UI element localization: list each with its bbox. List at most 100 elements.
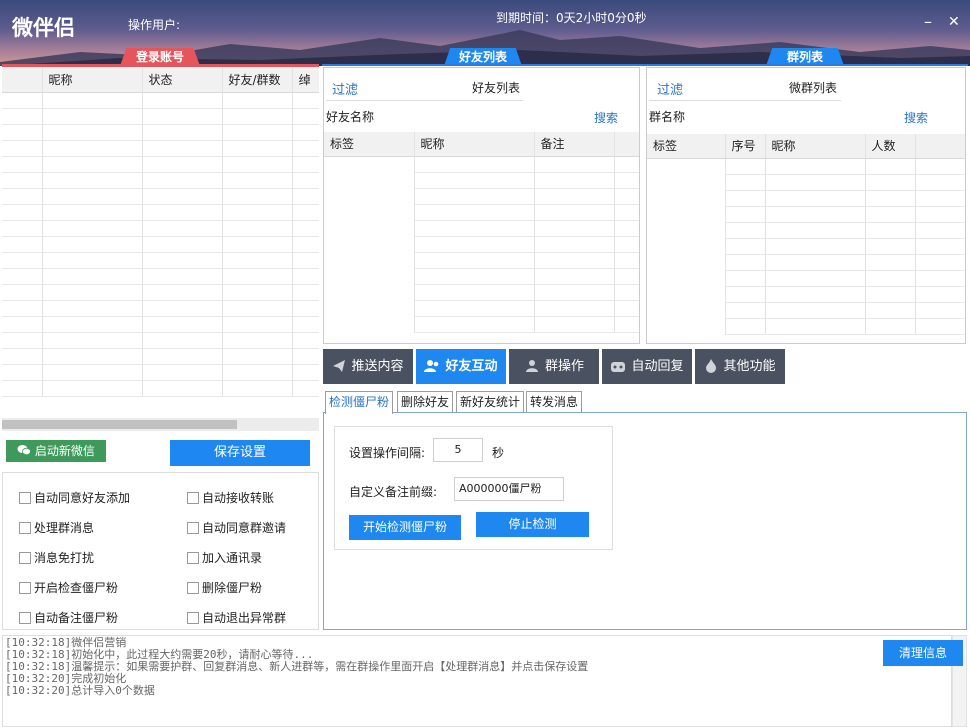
prefix-input[interactable]: A000000僵尸粉	[454, 477, 564, 501]
friend-col-header[interactable]: 昵称	[414, 132, 535, 157]
table-row[interactable]	[2, 108, 319, 125]
friend-col-header[interactable]: 备注	[534, 132, 615, 157]
close-button[interactable]: ✕	[948, 14, 960, 30]
start-wechat-button[interactable]: 启动新微信	[6, 440, 106, 462]
minimize-button[interactable]: –	[924, 12, 932, 31]
option-checkbox[interactable]: 消息免打扰	[19, 549, 94, 566]
option-checkbox[interactable]: 开启检查僵尸粉	[19, 579, 118, 596]
group-col-header[interactable]: 昵称	[765, 134, 866, 159]
table-row[interactable]	[2, 252, 319, 269]
nav-button[interactable]: 自动回复	[602, 349, 692, 384]
interval-input[interactable]: 5	[433, 438, 483, 462]
nav-button[interactable]: 好友互动	[416, 349, 506, 384]
checkbox-box[interactable]	[19, 521, 31, 534]
nav-button[interactable]: 其他功能	[695, 349, 785, 384]
option-checkbox[interactable]: 自动备注僵尸粉	[19, 609, 118, 626]
checkbox-box[interactable]	[19, 551, 31, 564]
nav-button[interactable]: 推送内容	[323, 349, 413, 384]
checkbox-box[interactable]	[187, 551, 199, 564]
subtab[interactable]: 转发消息	[526, 391, 583, 413]
group-col-header[interactable]	[915, 134, 965, 159]
table-row[interactable]	[2, 332, 319, 349]
table-row[interactable]	[324, 268, 639, 285]
table-row[interactable]	[324, 236, 639, 253]
clear-info-button[interactable]: 清理信息	[883, 640, 963, 666]
table-row[interactable]	[2, 188, 319, 205]
start-detect-button[interactable]: 开始检测僵尸粉	[349, 515, 461, 540]
accounts-col-header[interactable]: 绰	[292, 68, 319, 93]
option-checkbox[interactable]: 自动退出异常群	[187, 609, 286, 626]
table-row[interactable]	[324, 204, 639, 221]
option-checkbox[interactable]: 删除僵尸粉	[187, 579, 262, 596]
table-row[interactable]	[2, 348, 319, 365]
friend-col-header[interactable]	[614, 132, 639, 157]
accounts-col-header[interactable]: 好友/群数	[222, 68, 293, 93]
table-row[interactable]	[2, 236, 319, 253]
option-checkbox[interactable]: 自动同意群邀请	[187, 519, 286, 536]
table-row[interactable]	[647, 206, 965, 223]
table-row[interactable]	[324, 252, 639, 269]
table-row[interactable]	[647, 302, 965, 319]
table-row[interactable]	[2, 284, 319, 301]
accounts-col-header[interactable]: 状态	[142, 68, 223, 93]
friend-filter-link[interactable]: 过滤	[332, 79, 358, 98]
nav-button[interactable]: 群操作	[509, 349, 599, 384]
table-row[interactable]	[324, 284, 639, 301]
accounts-horizontal-scrollbar[interactable]	[2, 418, 319, 431]
table-row[interactable]	[647, 222, 965, 239]
option-checkbox[interactable]: 自动同意好友添加	[19, 489, 130, 506]
subtab[interactable]: 删除好友	[397, 391, 454, 413]
checkbox-box[interactable]	[19, 611, 31, 624]
table-row[interactable]	[647, 190, 965, 207]
accounts-col-header[interactable]	[2, 68, 43, 93]
group-col-header[interactable]: 人数	[865, 134, 916, 159]
table-row[interactable]	[2, 300, 319, 317]
group-filter-link[interactable]: 过滤	[657, 79, 683, 98]
option-checkbox[interactable]: 自动接收转账	[187, 489, 274, 506]
table-row[interactable]	[647, 318, 965, 335]
checkbox-box[interactable]	[19, 581, 31, 594]
group-search-button[interactable]: 搜索	[904, 109, 928, 126]
table-row[interactable]	[324, 316, 639, 333]
group-col-header[interactable]: 标签	[647, 134, 726, 159]
table-row[interactable]	[647, 158, 965, 175]
table-row[interactable]	[324, 300, 639, 317]
table-row[interactable]	[2, 92, 319, 109]
table-row[interactable]	[2, 172, 319, 189]
table-row[interactable]	[324, 172, 639, 189]
checkbox-box[interactable]	[187, 581, 199, 594]
table-row[interactable]	[324, 220, 639, 237]
checkbox-box[interactable]	[19, 491, 31, 504]
checkbox-box[interactable]	[187, 521, 199, 534]
table-row[interactable]	[647, 174, 965, 191]
log-area[interactable]: [10:32:18]微伴侣营销 [10:32:18]初始化中，此过程大约需要20秒…	[2, 635, 952, 727]
scrollbar-thumb[interactable]	[2, 420, 237, 429]
stop-detect-button[interactable]: 停止检测	[476, 512, 589, 537]
friend-col-header[interactable]: 标签	[324, 132, 415, 157]
group-col-header[interactable]: 序号	[725, 134, 766, 159]
table-row[interactable]	[2, 204, 319, 221]
table-row[interactable]	[2, 364, 319, 381]
table-row[interactable]	[2, 316, 319, 333]
table-row[interactable]	[647, 286, 965, 303]
table-row[interactable]	[2, 156, 319, 173]
friend-search-button[interactable]: 搜索	[594, 109, 618, 126]
checkbox-box[interactable]	[187, 491, 199, 504]
option-checkbox[interactable]: 处理群消息	[19, 519, 94, 536]
table-row[interactable]	[324, 188, 639, 205]
table-row[interactable]	[2, 268, 319, 285]
accounts-col-header[interactable]: 昵称	[42, 68, 143, 93]
table-row[interactable]	[2, 124, 319, 141]
table-row[interactable]	[2, 140, 319, 157]
table-row[interactable]	[647, 238, 965, 255]
table-row[interactable]	[2, 380, 319, 397]
save-settings-button[interactable]: 保存设置	[170, 440, 310, 466]
subtab[interactable]: 新好友统计	[456, 391, 525, 413]
table-row[interactable]	[324, 156, 639, 173]
table-row[interactable]	[647, 270, 965, 287]
table-row[interactable]	[2, 220, 319, 237]
option-checkbox[interactable]: 加入通讯录	[187, 549, 262, 566]
table-row[interactable]	[647, 254, 965, 271]
subtab[interactable]: 检测僵尸粉	[325, 391, 394, 414]
checkbox-box[interactable]	[187, 611, 199, 624]
